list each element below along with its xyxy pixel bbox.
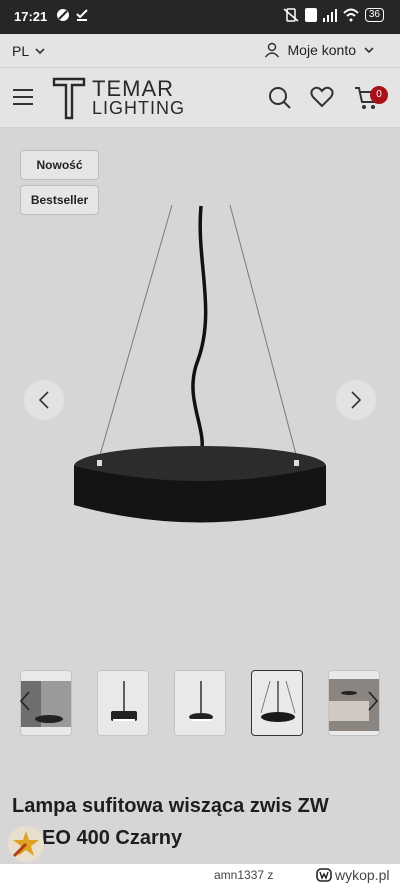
logo-brand-text: TEMAR [92, 76, 174, 101]
star-icon [12, 831, 39, 858]
image-prev-button[interactable] [24, 380, 64, 420]
chevron-right-icon [351, 391, 362, 409]
product-title: Lampa sufitowa wisząca zwis ZW EO 400 Cz… [12, 790, 392, 854]
chevron-left-icon [38, 391, 49, 409]
battery-indicator: 36 [364, 8, 384, 22]
reviews-badge[interactable] [8, 826, 44, 862]
site-header: TEMAR LIGHTING [0, 68, 400, 128]
thumbnail-active[interactable] [251, 670, 303, 736]
watermark-user: amn1337 z [214, 868, 274, 882]
signal-icon [322, 9, 337, 22]
thumbnail[interactable] [174, 670, 226, 736]
user-icon [264, 42, 279, 58]
status-time: 17:21 [14, 9, 48, 24]
product-image [74, 204, 326, 523]
language-selector[interactable]: PL [12, 43, 45, 59]
volte-icon [304, 8, 317, 22]
status-left-icons [56, 8, 89, 22]
status-right-icons: 36 [283, 8, 384, 22]
compass-icon [57, 9, 69, 21]
account-menu[interactable]: Moje konto [264, 42, 374, 58]
product-title-line1: Lampa sufitowa wisząca zwis ZW [12, 795, 329, 817]
watermark-bar: amn1337 z wykop.pl [0, 864, 400, 886]
product-title-line2: EO 400 Czarny [42, 827, 183, 849]
thumbnail-strip [0, 666, 400, 740]
search-icon[interactable] [268, 86, 292, 110]
logo-sub-text: LIGHTING [92, 98, 186, 118]
chevron-down-icon [364, 47, 374, 54]
watermark-site-text: wykop.pl [335, 867, 390, 883]
tag-new: Nowość [20, 150, 99, 180]
language-label: PL [12, 43, 30, 59]
top-bar: PL Moje konto [0, 34, 400, 68]
chevron-down-icon [35, 48, 45, 55]
check-icon [76, 9, 88, 21]
wifi-icon [343, 8, 359, 22]
account-label: Moje konto [287, 42, 356, 58]
image-next-button[interactable] [336, 380, 376, 420]
vibrate-off-icon [283, 8, 299, 22]
logo-mark-icon [52, 77, 86, 120]
cart-count-badge: 0 [370, 86, 388, 104]
site-logo[interactable]: TEMAR LIGHTING [52, 76, 185, 120]
thumbnail-next-icon[interactable] [366, 690, 380, 712]
hamburger-menu-icon[interactable] [12, 88, 34, 106]
watermark-site: wykop.pl [316, 867, 389, 883]
thumbnail[interactable] [97, 670, 149, 736]
wishlist-heart-icon[interactable] [310, 86, 334, 108]
status-bar: 17:21 36 [0, 0, 400, 34]
wykop-logo-icon [316, 868, 332, 882]
thumbnail-prev-icon[interactable] [18, 690, 32, 712]
